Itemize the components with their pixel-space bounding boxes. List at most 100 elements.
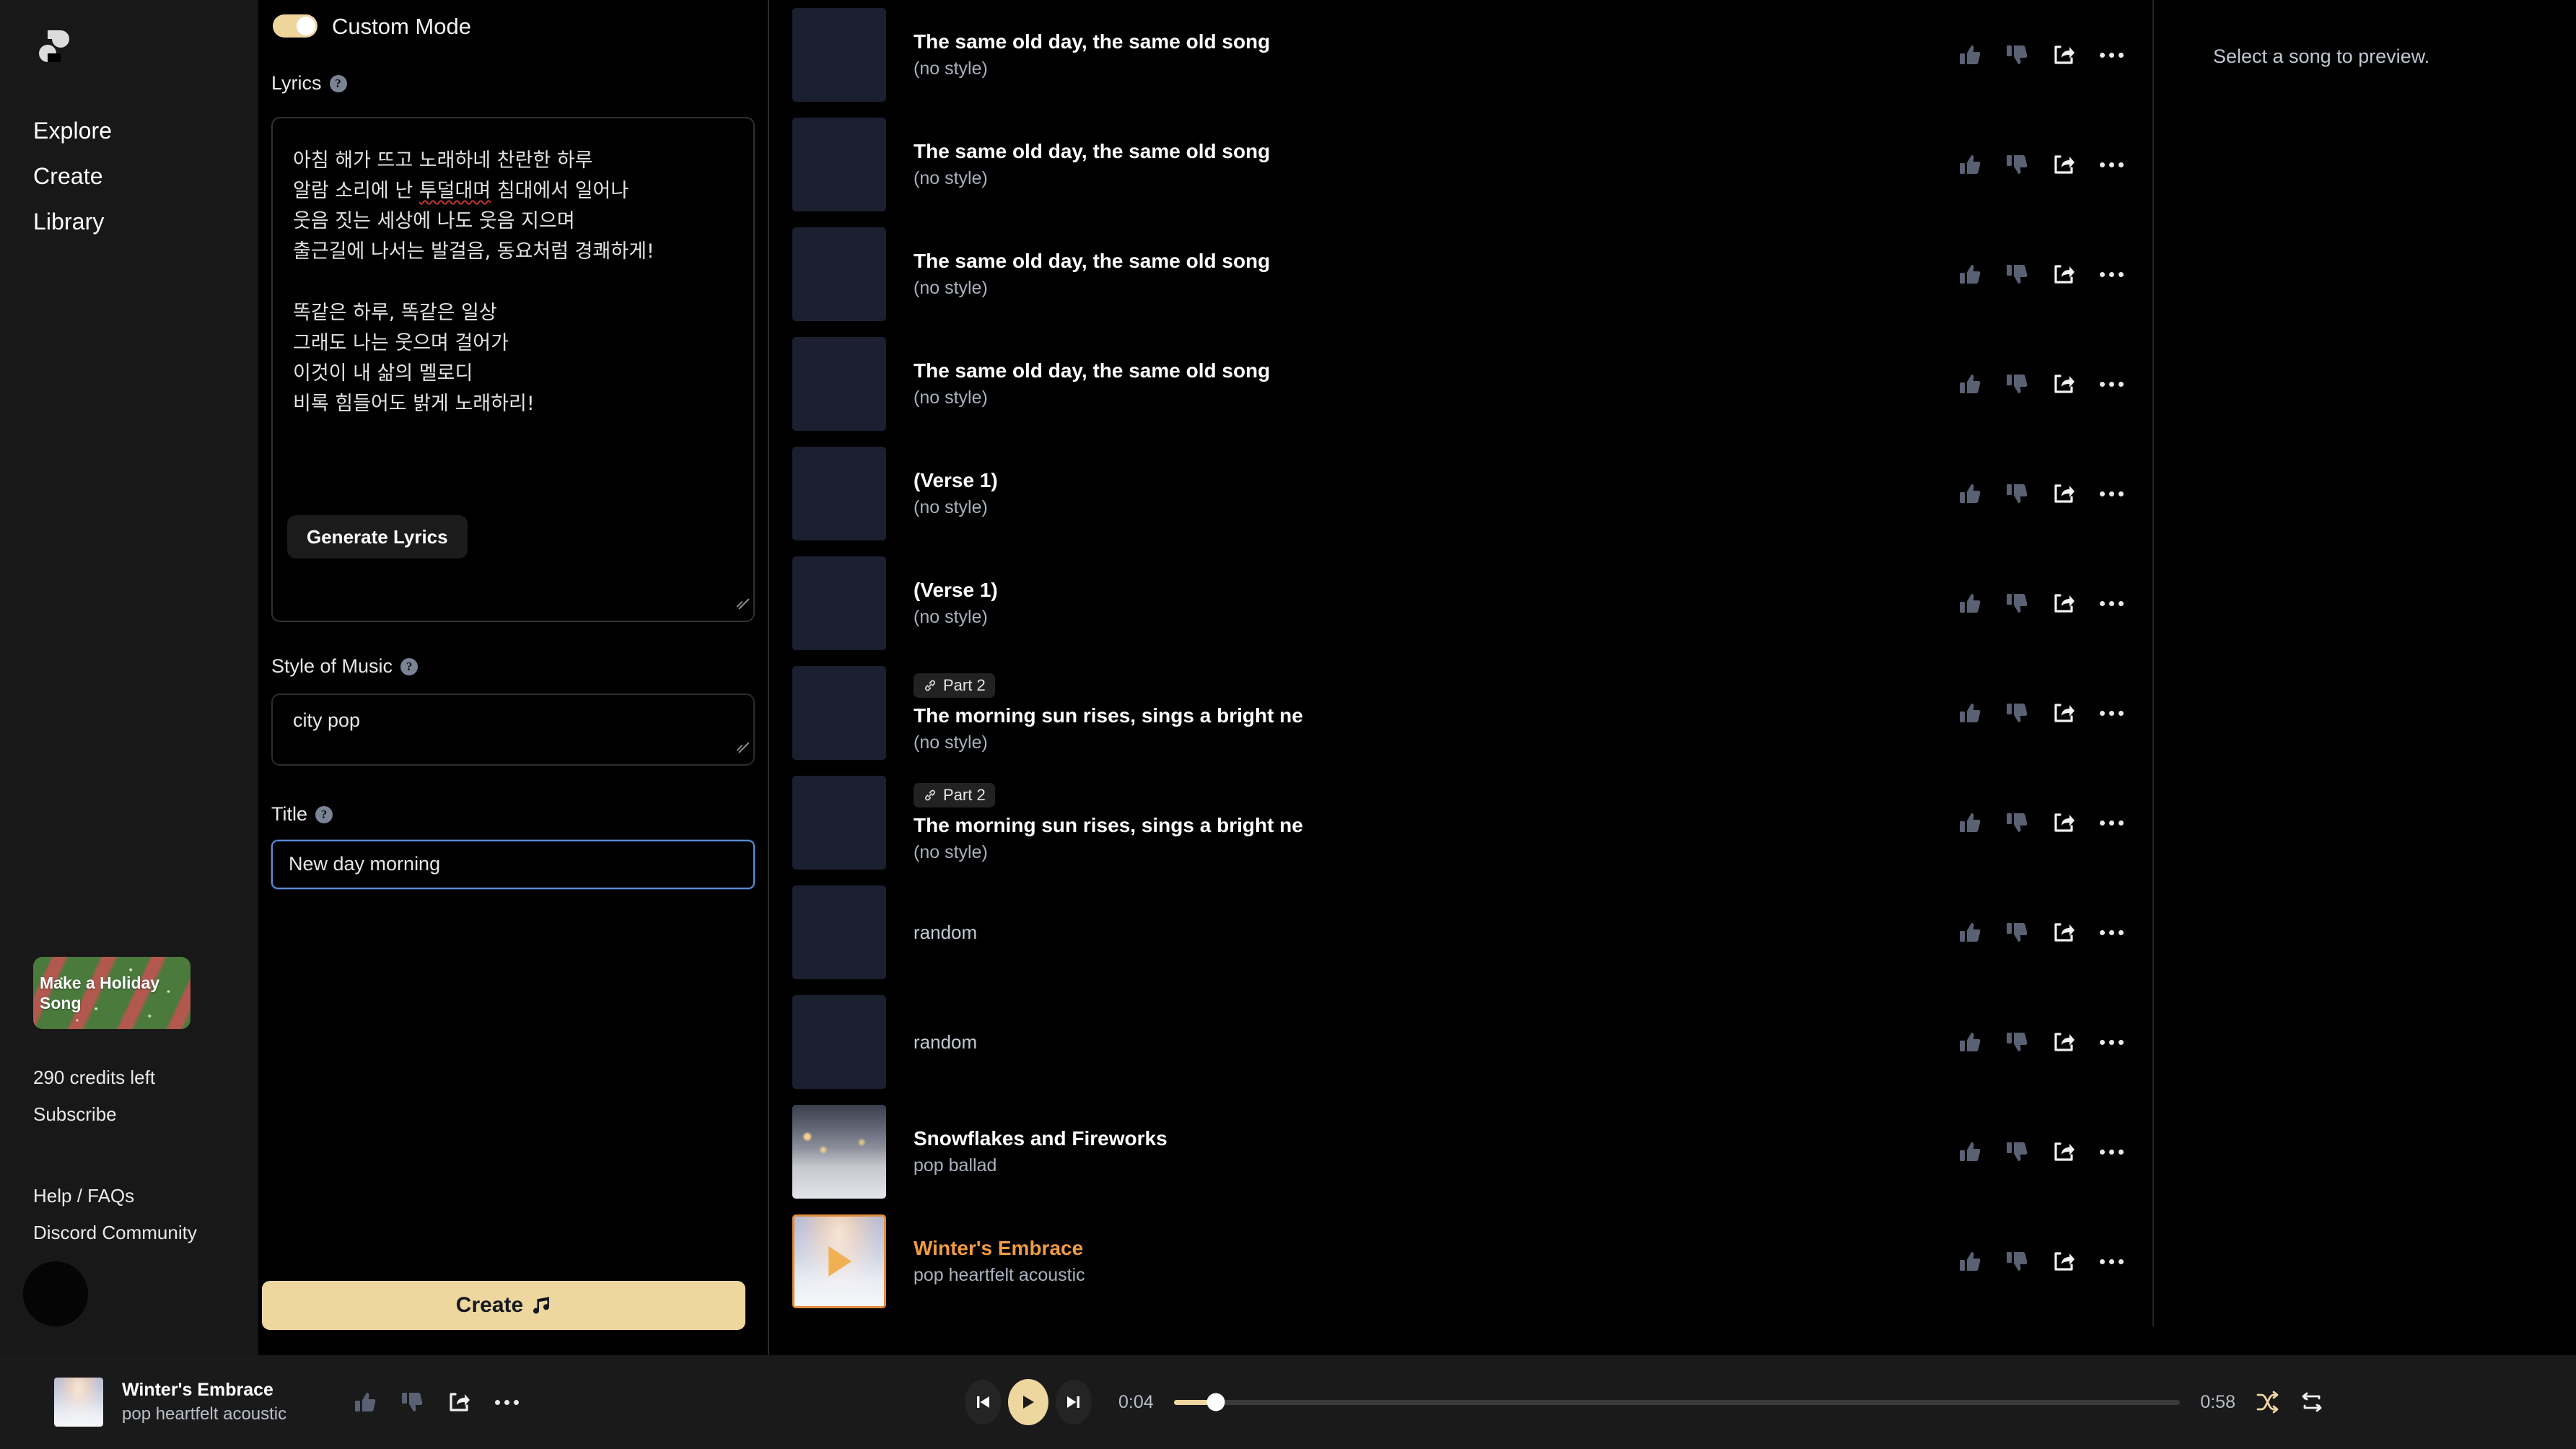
thumbs-down-icon[interactable]: [2005, 153, 2028, 176]
avatar[interactable]: [23, 1261, 88, 1326]
share-icon[interactable]: [2052, 43, 2075, 66]
share-icon[interactable]: [2052, 482, 2075, 505]
share-icon[interactable]: [2052, 1140, 2075, 1163]
song-thumbnail[interactable]: [792, 337, 886, 431]
more-options-icon[interactable]: [2099, 381, 2124, 387]
now-playing-info[interactable]: Winter's Embrace pop heartfelt acoustic: [54, 1378, 286, 1427]
thumbs-up-icon[interactable]: [1958, 701, 1981, 724]
song-list-item[interactable]: (Verse 1) (no style): [771, 548, 2152, 658]
more-options-icon[interactable]: [2099, 929, 2124, 935]
repeat-icon[interactable]: [2300, 1391, 2323, 1414]
song-thumbnail[interactable]: [792, 1105, 886, 1199]
progress-knob[interactable]: [1206, 1393, 1225, 1411]
more-options-icon[interactable]: [2099, 820, 2124, 826]
more-options-icon[interactable]: [2099, 52, 2124, 58]
song-list-item[interactable]: (Verse 1) (no style): [771, 439, 2152, 548]
thumbs-down-icon[interactable]: [2005, 263, 2028, 286]
song-thumbnail[interactable]: [792, 995, 886, 1089]
make-a-holiday-song-banner[interactable]: Make a Holiday Song: [33, 957, 190, 1029]
subscribe-link[interactable]: Subscribe: [33, 1105, 155, 1124]
share-icon[interactable]: [2052, 1030, 2075, 1054]
thumbs-down-icon[interactable]: [2005, 1030, 2028, 1054]
thumbs-down-icon[interactable]: [2005, 1250, 2028, 1273]
song-thumbnail[interactable]: [792, 1214, 886, 1308]
thumbs-down-icon[interactable]: [2005, 1140, 2028, 1163]
style-of-music-input[interactable]: city pop: [271, 693, 755, 766]
thumbs-down-icon[interactable]: [2005, 811, 2028, 834]
part-badge[interactable]: Part 2: [914, 782, 995, 807]
more-options-icon[interactable]: [2099, 710, 2124, 716]
share-icon[interactable]: [2052, 372, 2075, 395]
thumbs-up-icon[interactable]: [1958, 153, 1981, 176]
thumbs-up-icon[interactable]: [1958, 1030, 1981, 1054]
thumbs-up-icon[interactable]: [1958, 372, 1981, 395]
suno-wave-logo[interactable]: [30, 24, 78, 70]
song-thumbnail[interactable]: [792, 885, 886, 979]
song-list-item[interactable]: The same old day, the same old song (no s…: [771, 110, 2152, 219]
song-list-item[interactable]: Snowflakes and Fireworks pop ballad: [771, 1097, 2152, 1207]
song-thumbnail[interactable]: [792, 227, 886, 321]
play-button[interactable]: [1008, 1379, 1048, 1425]
lyrics-resize-handle[interactable]: [730, 596, 746, 612]
thumbs-down-icon[interactable]: [2005, 372, 2028, 395]
share-icon[interactable]: [2052, 153, 2075, 176]
share-icon[interactable]: [447, 1391, 470, 1414]
thumbs-down-icon[interactable]: [2005, 592, 2028, 615]
thumbs-up-icon[interactable]: [1958, 482, 1981, 505]
song-list-item[interactable]: Winter's Embrace pop heartfelt acoustic: [771, 1207, 2152, 1316]
share-icon[interactable]: [2052, 592, 2075, 615]
play-icon[interactable]: [828, 1246, 852, 1277]
question-mark-icon[interactable]: ?: [329, 74, 347, 92]
part-badge[interactable]: Part 2: [914, 673, 995, 698]
question-mark-icon[interactable]: ?: [400, 657, 419, 675]
style-resize-handle[interactable]: [730, 740, 746, 756]
more-options-icon[interactable]: [2099, 1258, 2124, 1264]
thumbs-down-icon[interactable]: [2005, 701, 2028, 724]
song-list-item[interactable]: The same old day, the same old song (no s…: [771, 329, 2152, 439]
more-options-icon[interactable]: [494, 1399, 519, 1405]
song-list-item[interactable]: The same old day, the same old song (no s…: [771, 0, 2152, 110]
thumbs-down-icon[interactable]: [2005, 482, 2028, 505]
song-list-item[interactable]: random: [771, 987, 2152, 1097]
song-thumbnail[interactable]: [792, 666, 886, 760]
thumbs-up-icon[interactable]: [1958, 1140, 1981, 1163]
thumbs-up-icon[interactable]: [1958, 263, 1981, 286]
song-list-item[interactable]: Part 2 The morning sun rises, sings a bri…: [771, 658, 2152, 768]
share-icon[interactable]: [2052, 921, 2075, 944]
song-thumbnail[interactable]: [792, 118, 886, 211]
song-list-item[interactable]: Part 2 The morning sun rises, sings a bri…: [771, 768, 2152, 877]
thumbs-up-icon[interactable]: [1958, 1250, 1981, 1273]
title-input[interactable]: New day morning: [271, 840, 755, 889]
song-list[interactable]: The same old day, the same old song (no s…: [771, 0, 2154, 1326]
thumbs-down-icon[interactable]: [2005, 921, 2028, 944]
sidebar-item-explore[interactable]: Explore: [33, 119, 112, 142]
song-thumbnail[interactable]: [792, 447, 886, 540]
custom-mode-toggle[interactable]: [273, 14, 317, 38]
help-faqs-link[interactable]: Help / FAQs: [33, 1186, 197, 1205]
share-icon[interactable]: [2052, 701, 2075, 724]
more-options-icon[interactable]: [2099, 1149, 2124, 1155]
song-thumbnail[interactable]: [792, 556, 886, 650]
song-thumbnail[interactable]: [792, 8, 886, 102]
song-thumbnail[interactable]: [792, 776, 886, 870]
thumbs-up-icon[interactable]: [1958, 921, 1981, 944]
thumbs-up-icon[interactable]: [354, 1391, 377, 1414]
song-list-item[interactable]: The same old day, the same old song (no s…: [771, 219, 2152, 329]
share-icon[interactable]: [2052, 811, 2075, 834]
skip-previous-button[interactable]: [965, 1380, 1001, 1424]
more-options-icon[interactable]: [2099, 271, 2124, 277]
share-icon[interactable]: [2052, 263, 2075, 286]
share-icon[interactable]: [2052, 1250, 2075, 1273]
thumbs-down-icon[interactable]: [2005, 43, 2028, 66]
more-options-icon[interactable]: [2099, 1039, 2124, 1045]
song-list-item[interactable]: random: [771, 877, 2152, 987]
shuffle-icon[interactable]: [2256, 1391, 2279, 1414]
sidebar-item-library[interactable]: Library: [33, 210, 112, 233]
question-mark-icon[interactable]: ?: [315, 805, 333, 823]
skip-next-button[interactable]: [1056, 1380, 1092, 1424]
sidebar-item-create[interactable]: Create: [33, 165, 112, 188]
thumbs-down-icon[interactable]: [400, 1391, 424, 1414]
more-options-icon[interactable]: [2099, 491, 2124, 496]
thumbs-up-icon[interactable]: [1958, 43, 1981, 66]
thumbs-up-icon[interactable]: [1958, 592, 1981, 615]
